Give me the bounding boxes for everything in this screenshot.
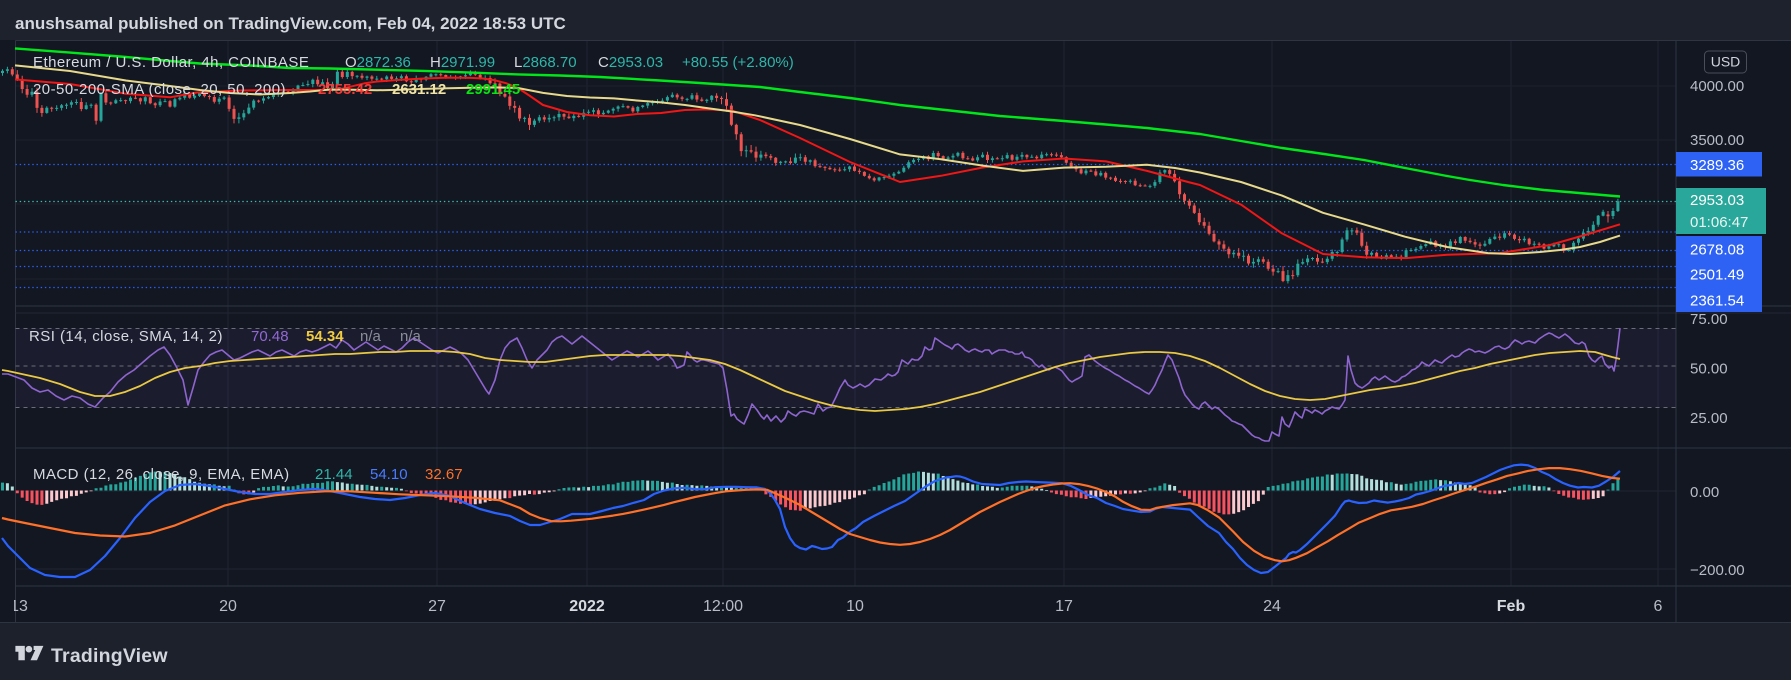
- svg-text:50.00: 50.00: [1690, 361, 1728, 378]
- svg-text:L2868.70: L2868.70: [514, 54, 577, 71]
- svg-text:n/a: n/a: [360, 328, 382, 345]
- svg-text:O2872.36: O2872.36: [345, 54, 411, 71]
- svg-text:USD: USD: [1711, 54, 1741, 70]
- svg-text:21.44: 21.44: [315, 466, 353, 483]
- svg-text:2631.12: 2631.12: [392, 81, 446, 98]
- svg-text:2991.45: 2991.45: [466, 81, 520, 98]
- svg-text:17: 17: [1055, 598, 1073, 615]
- svg-text:RSI (14, close, SMA, 14, 2): RSI (14, close, SMA, 14, 2): [29, 328, 223, 345]
- svg-text:3289.36: 3289.36: [1690, 157, 1744, 174]
- svg-text:01:06:47: 01:06:47: [1690, 214, 1748, 231]
- svg-text:12:00: 12:00: [703, 598, 743, 615]
- svg-text:2953.03: 2953.03: [1690, 192, 1744, 209]
- svg-text:25.00: 25.00: [1690, 410, 1728, 427]
- svg-text:+80.55 (+2.80%): +80.55 (+2.80%): [682, 54, 794, 71]
- svg-text:3500.00: 3500.00: [1690, 132, 1744, 149]
- svg-text:4000.00: 4000.00: [1690, 78, 1744, 95]
- svg-text:10: 10: [846, 598, 864, 615]
- svg-text:6: 6: [1654, 598, 1663, 615]
- svg-text:C2953.03: C2953.03: [598, 54, 663, 71]
- svg-text:TradingView: TradingView: [51, 645, 168, 667]
- svg-text:27: 27: [428, 598, 446, 615]
- svg-text:2755.42: 2755.42: [318, 81, 372, 98]
- svg-text:70.48: 70.48: [251, 328, 289, 345]
- svg-text:75.00: 75.00: [1690, 311, 1728, 328]
- svg-text:Feb: Feb: [1497, 598, 1526, 615]
- svg-text:20-50-200-SMA (close, 20, 50,: 20-50-200-SMA (close, 20, 50, 200): [33, 81, 286, 98]
- svg-text:2022: 2022: [569, 598, 605, 615]
- svg-text:20: 20: [219, 598, 237, 615]
- svg-text:H2971.99: H2971.99: [430, 54, 495, 71]
- svg-text:54.10: 54.10: [370, 466, 408, 483]
- svg-text:anushsamal published on Tradin: anushsamal published on TradingView.com,…: [15, 14, 566, 33]
- svg-text:−200.00: −200.00: [1690, 562, 1745, 579]
- svg-text:MACD (12, 26, close, 9, EMA, E: MACD (12, 26, close, 9, EMA, EMA): [33, 466, 290, 483]
- svg-text:54.34: 54.34: [306, 328, 344, 345]
- svg-text:0.00: 0.00: [1690, 484, 1719, 501]
- svg-text:2501.49: 2501.49: [1690, 267, 1744, 284]
- svg-text:24: 24: [1263, 598, 1281, 615]
- svg-text:32.67: 32.67: [425, 466, 463, 483]
- svg-text:Ethereum / U.S. Dollar, 4h, CO: Ethereum / U.S. Dollar, 4h, COINBASE: [33, 54, 309, 71]
- svg-text:2361.54: 2361.54: [1690, 293, 1744, 310]
- svg-text:n/a: n/a: [400, 328, 422, 345]
- svg-text:2678.08: 2678.08: [1690, 242, 1744, 259]
